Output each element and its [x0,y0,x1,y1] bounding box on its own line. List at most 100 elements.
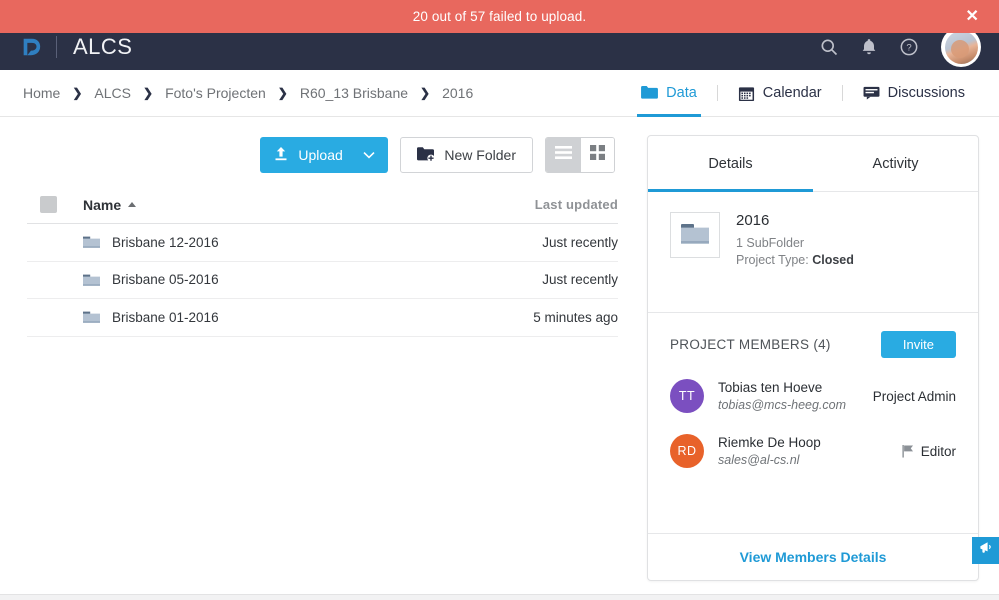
breadcrumb: Home ❯ ALCS ❯ Foto's Projecten ❯ R60_13 … [0,85,473,101]
project-members-title: PROJECT MEMBERS (4) [670,337,831,352]
upload-button[interactable]: Upload [260,137,389,173]
section-tabs: Data Calendar Discussions [627,70,999,117]
tab-data[interactable]: Data [627,70,711,117]
table-row[interactable]: Brisbane 01-2016 5 minutes ago [27,299,618,337]
new-folder-label: New Folder [444,147,516,163]
file-name-label: Brisbane 05-2016 [112,272,219,288]
breadcrumb-item-2016[interactable]: 2016 [442,85,473,101]
folder-icon [83,235,100,249]
bell-icon[interactable] [859,37,879,57]
tab-discussions-label: Discussions [887,85,965,101]
details-panel: Details Activity 2016 1 SubFolder Projec… [647,135,979,581]
upload-button-label: Upload [298,147,343,163]
folder-icon [641,85,659,102]
file-updated-cell: 5 minutes ago [533,309,618,325]
column-header-name[interactable]: Name [83,196,137,213]
details-subfolders: 1 SubFolder [736,236,805,250]
banner-message: 20 out of 57 failed to upload. [412,9,587,24]
chevron-right-icon: ❯ [420,86,431,100]
svg-text:?: ? [906,43,911,54]
member-role: Project Admin [873,389,956,404]
search-icon[interactable] [819,37,839,57]
details-title: 2016 [736,212,770,229]
upload-error-banner: 20 out of 57 failed to upload. ✕ [0,0,999,33]
flag-icon [902,444,914,458]
chevron-right-icon: ❯ [72,86,83,100]
avatar-photo [944,30,978,64]
file-name-cell: Brisbane 12-2016 [83,235,219,250]
tab-calendar[interactable]: Calendar [724,70,836,117]
member-role-label: Editor [920,443,956,459]
grid-view-button[interactable] [580,138,614,172]
file-name-label: Brisbane 01-2016 [112,309,219,325]
invite-button[interactable]: Invite [880,331,956,358]
tab-divider [716,85,718,101]
close-icon[interactable]: ✕ [959,5,985,29]
project-members-header: PROJECT MEMBERS (4) Invite [670,331,956,358]
chevron-right-icon: ❯ [277,86,288,100]
feedback-tab-button[interactable] [972,537,999,564]
file-updated-cell: Just recently [542,234,618,250]
top-nav-actions: ? [819,27,999,67]
logo-divider [56,36,57,58]
breadcrumb-item-alcs[interactable]: ALCS [94,85,131,101]
file-name-label: Brisbane 12-2016 [112,234,219,250]
details-project-type: Project Type: Closed [736,252,854,269]
file-table: Name Last updated Brisbane 12-2016 Just … [27,192,618,337]
huddle-logo-icon [20,36,42,58]
list-icon [554,146,572,164]
logo-area[interactable]: ALCS [0,34,132,60]
details-panel-tabs: Details Activity [648,136,978,192]
breadcrumb-bar: Home ❯ ALCS ❯ Foto's Projecten ❯ R60_13 … [0,70,999,117]
details-summary: 2016 1 SubFolder Project Type: Closed [648,192,978,312]
column-header-last-updated: Last updated [534,197,618,212]
grid-icon [590,145,605,165]
tab-data-label: Data [666,85,697,101]
comment-icon [863,85,880,102]
select-all-checkbox[interactable] [40,196,57,213]
member-email: tobias@mcs-heeg.com [718,398,847,412]
project-type-label: Project Type: [736,252,809,267]
member-email: sales@al-cs.nl [718,453,800,467]
file-toolbar: Upload New Folder [0,117,645,173]
file-updated-cell: Just recently [542,272,618,288]
column-header-name-label: Name [83,196,122,213]
app-title: ALCS [73,34,133,59]
file-name-cell: Brisbane 05-2016 [83,272,219,287]
avatar[interactable] [941,27,981,67]
file-browser: Upload New Folder Name Last updated Bris… [0,117,645,600]
megaphone-icon [978,540,994,561]
tab-discussions[interactable]: Discussions [849,70,979,117]
table-row[interactable]: Brisbane 05-2016 Just recently [27,262,618,299]
file-name-cell: Brisbane 01-2016 [83,310,219,325]
breadcrumb-item-fotos-projecten[interactable]: Foto's Projecten [165,85,266,101]
member-name: Tobias ten Hoeve [718,380,823,395]
folder-thumbnail [670,212,720,258]
view-toggle [545,137,615,173]
app-root: 20 out of 57 failed to upload. ✕ ALCS ? … [0,0,999,600]
details-text: 2016 1 SubFolder Project Type: Closed [736,212,854,269]
table-row[interactable]: Brisbane 12-2016 Just recently [27,224,618,262]
list-item[interactable]: TT Tobias ten Hoeve tobias@mcs-heeg.com … [670,379,956,413]
horizontal-scrollbar[interactable] [0,594,999,600]
member-info: Tobias ten Hoeve tobias@mcs-heeg.com [718,380,846,412]
new-folder-button[interactable]: New Folder [400,137,533,173]
panel-footer: View Members Details [648,533,978,580]
tab-calendar-label: Calendar [762,85,822,101]
list-view-button[interactable] [546,138,580,172]
chevron-down-icon[interactable] [350,137,388,173]
tab-activity[interactable]: Activity [813,136,978,191]
sort-ascending-icon [128,202,137,207]
tab-details[interactable]: Details [648,136,813,192]
file-table-header: Name Last updated [27,192,618,224]
project-members-section: PROJECT MEMBERS (4) Invite TT Tobias ten… [648,313,978,533]
member-avatar: RD [670,434,704,468]
breadcrumb-item-home[interactable]: Home [23,85,60,101]
member-role: Editor [902,444,956,459]
view-members-details-link[interactable]: View Members Details [740,549,887,565]
upload-icon [274,146,288,165]
list-item[interactable]: RD Riemke De Hoop sales@al-cs.nl Editor [670,434,956,468]
breadcrumb-item-r60-13-brisbane[interactable]: R60_13 Brisbane [300,85,408,101]
project-type-value: Closed [812,252,854,267]
help-icon[interactable]: ? [899,37,919,57]
